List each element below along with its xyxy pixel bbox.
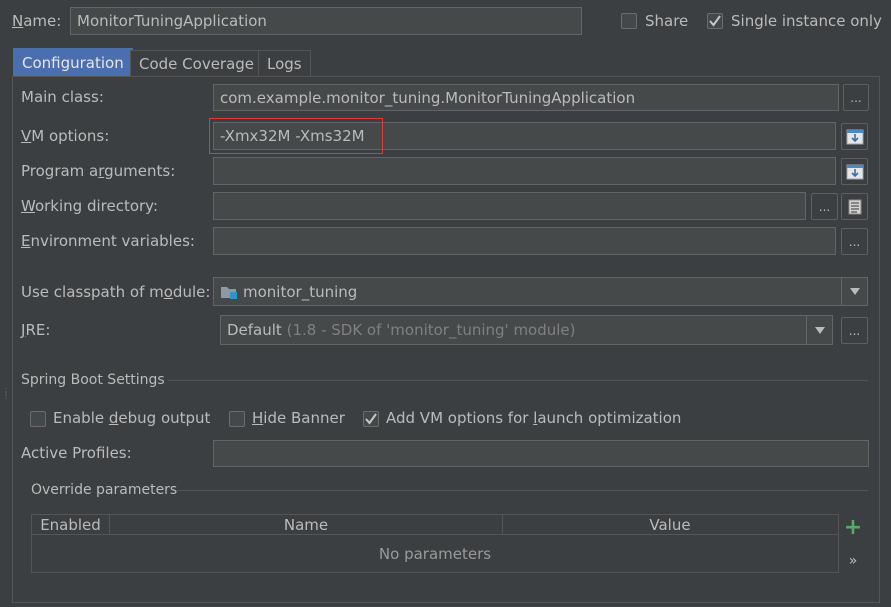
override-parameters-table: Enabled Name Value No parameters xyxy=(31,514,839,573)
program-arguments-label: Program arguments: xyxy=(21,162,176,180)
debug-output-checkbox[interactable] xyxy=(30,411,46,427)
debug-output-label: Enable debug output xyxy=(53,409,211,427)
vm-launch-optimization-label: Add VM options for launch optimization xyxy=(386,409,682,427)
environment-variables-browse-button[interactable]: ... xyxy=(841,228,868,255)
hide-banner-label: Hide Banner xyxy=(252,409,345,427)
name-label: Name: xyxy=(12,12,62,30)
classpath-select[interactable]: monitor_tuning xyxy=(213,277,868,306)
jre-label: JRE: xyxy=(21,321,51,339)
working-directory-macro-button[interactable] xyxy=(841,193,868,220)
classpath-label: Use classpath of module: xyxy=(21,283,211,301)
jre-browse-button[interactable]: ... xyxy=(841,317,868,344)
checkmark-icon xyxy=(709,15,721,27)
more-actions-icon[interactable]: » xyxy=(845,553,861,571)
spring-boot-separator xyxy=(168,380,868,381)
module-folder-icon xyxy=(221,286,237,299)
share-checkbox[interactable] xyxy=(621,13,637,29)
main-class-browse-button[interactable]: ... xyxy=(843,84,869,111)
main-class-input[interactable]: com.example.monitor_tuning.MonitorTuning… xyxy=(213,84,839,111)
override-parameters-title: Override parameters xyxy=(31,482,178,498)
single-instance-checkbox[interactable] xyxy=(707,13,723,29)
jre-select[interactable]: Default (1.8 - SDK of 'monitor_tuning' m… xyxy=(220,315,833,345)
spring-boot-section-title: Spring Boot Settings xyxy=(21,372,165,388)
active-profiles-label: Active Profiles: xyxy=(21,444,132,462)
tab-logs[interactable]: Logs xyxy=(258,50,311,76)
main-class-label: Main class: xyxy=(21,88,104,106)
share-label: Share xyxy=(645,12,689,30)
working-directory-browse-button[interactable]: ... xyxy=(811,193,838,220)
chevron-down-icon xyxy=(806,316,832,344)
document-icon xyxy=(848,199,861,214)
vm-options-expand-button[interactable] xyxy=(841,123,868,150)
expand-editor-icon xyxy=(846,129,863,144)
hide-banner-checkbox[interactable] xyxy=(229,411,245,427)
override-separator xyxy=(177,490,868,491)
chevron-down-icon xyxy=(841,278,867,305)
single-instance-label: Single instance only xyxy=(731,12,882,30)
name-input[interactable]: MonitorTuningApplication xyxy=(70,7,582,35)
expand-editor-icon xyxy=(846,164,863,179)
vm-options-highlight xyxy=(209,118,383,154)
column-header-name[interactable]: Name xyxy=(110,515,503,535)
vm-launch-optimization-checkbox[interactable] xyxy=(363,411,379,427)
active-profiles-input[interactable] xyxy=(213,440,869,467)
empty-table-text: No parameters xyxy=(378,544,492,563)
environment-variables-input[interactable] xyxy=(213,227,836,255)
table-header: Enabled Name Value xyxy=(32,515,838,535)
vm-options-label: VM options: xyxy=(21,127,110,145)
working-directory-input[interactable] xyxy=(213,192,806,220)
add-parameter-icon[interactable]: + xyxy=(843,517,863,539)
program-arguments-input[interactable] xyxy=(213,157,836,185)
column-header-value[interactable]: Value xyxy=(503,515,837,535)
program-arguments-expand-button[interactable] xyxy=(841,158,868,185)
working-directory-label: Working directory: xyxy=(21,197,159,215)
checkmark-icon xyxy=(365,413,377,425)
tab-configuration[interactable]: Configuration xyxy=(13,48,133,76)
tab-code-coverage[interactable]: Code Coverage xyxy=(130,50,264,76)
column-header-enabled[interactable]: Enabled xyxy=(32,515,110,535)
resize-grip-icon[interactable]: ⋮ ⋮ xyxy=(2,388,10,404)
environment-variables-label: Environment variables: xyxy=(21,232,195,250)
